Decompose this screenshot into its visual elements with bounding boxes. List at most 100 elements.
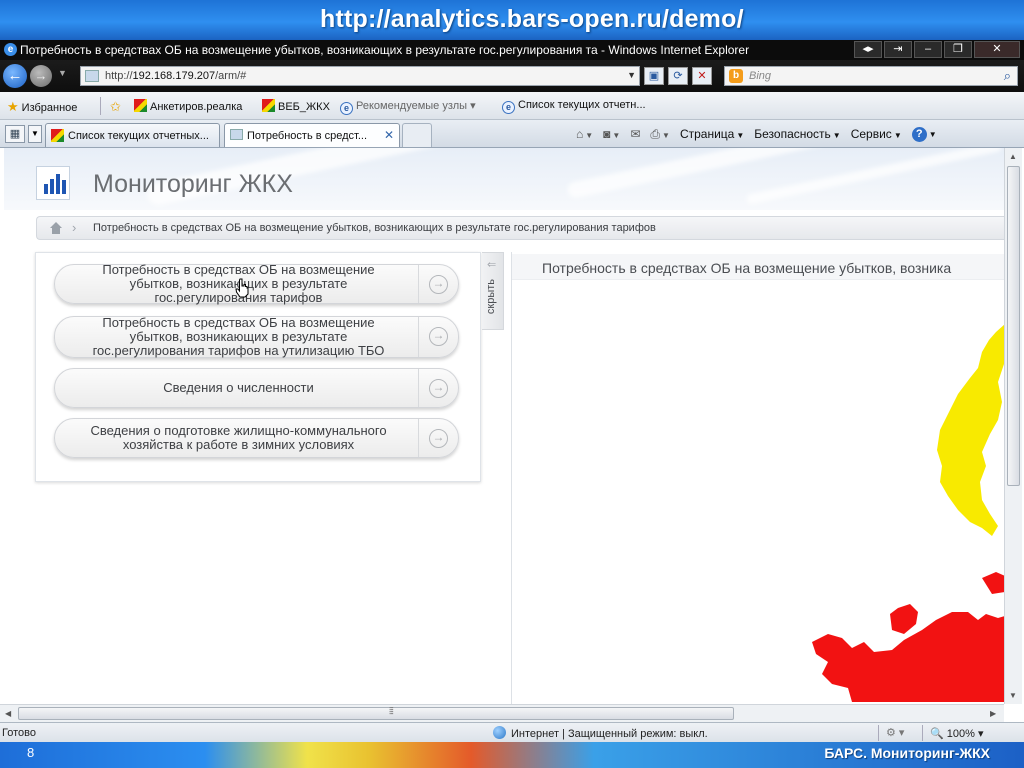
search-icon[interactable]: ⌕ bbox=[1004, 68, 1011, 84]
chevron-right-icon: › bbox=[72, 220, 77, 235]
tab-list-dropdown-icon[interactable]: ▼ bbox=[28, 125, 42, 143]
history-dropdown-icon[interactable]: ▼ bbox=[58, 68, 67, 78]
report-item[interactable]: Потребность в средствах ОБ на возмещение… bbox=[54, 316, 459, 358]
search-placeholder: Bing bbox=[749, 70, 772, 82]
favorites-bar: ★ Избранное ✩ Анкетиров.реалка ВЕБ_ЖКХ eР… bbox=[0, 92, 1024, 120]
scroll-left-icon[interactable]: ◀ bbox=[5, 709, 11, 718]
window-titlebar: e Потребность в средствах ОБ на возмещен… bbox=[0, 40, 1024, 60]
window-controls: ◂▸ ⇥ – ❐ ✕ bbox=[854, 41, 1020, 58]
new-tab-button[interactable] bbox=[402, 123, 432, 147]
tab-report-list[interactable]: Список текущих отчетных... bbox=[45, 123, 220, 147]
favorites-star-icon: ★ bbox=[7, 99, 19, 114]
scroll-grip-icon: ⦙⦙⦙ bbox=[389, 706, 394, 717]
horizontal-scroll-thumb[interactable]: ⦙⦙⦙ bbox=[18, 706, 734, 720]
arrow-right-circle-icon[interactable]: → bbox=[429, 327, 448, 346]
arrow-right-circle-icon[interactable]: → bbox=[429, 429, 448, 448]
minimize-button[interactable]: – bbox=[914, 41, 942, 58]
slide-footer: 8 БАРС. Мониторинг-ЖКХ bbox=[0, 742, 1024, 768]
page-menu[interactable]: Страница ▼ bbox=[680, 127, 744, 141]
tools-menu[interactable]: Сервис ▼ bbox=[851, 127, 902, 141]
report-label: Сведения о подготовке жилищно-коммунальн… bbox=[90, 423, 387, 452]
home-icon[interactable] bbox=[50, 222, 62, 234]
bing-icon: b bbox=[729, 69, 743, 83]
compatibility-view-icon[interactable]: ▣ bbox=[644, 67, 664, 85]
tab-current-report[interactable]: Потребность в средст... ✕ bbox=[224, 123, 400, 147]
report-arrow-zone: → bbox=[418, 265, 458, 303]
map-region-yellow bbox=[937, 324, 1004, 536]
app-header: Мониторинг ЖКХ bbox=[4, 148, 1004, 210]
header-decoration bbox=[745, 148, 1003, 205]
favorite-link[interactable]: e Рекомендуемые узлы ▾ bbox=[340, 99, 476, 115]
page-icon bbox=[230, 129, 243, 140]
address-dropdown-icon[interactable]: ▼ bbox=[627, 70, 636, 80]
vertical-scrollbar[interactable]: ▲ ▼ bbox=[1004, 148, 1022, 704]
favorite-link[interactable]: e Список текущих отчетн... bbox=[502, 99, 646, 114]
scroll-down-icon[interactable]: ▼ bbox=[1009, 691, 1017, 700]
close-tab-icon[interactable]: ✕ bbox=[384, 128, 394, 142]
page-favicon-icon bbox=[85, 70, 99, 82]
hand-cursor-icon bbox=[235, 278, 249, 298]
report-item[interactable]: Потребность в средствах ОБ на возмещение… bbox=[54, 263, 459, 305]
slide-url: http://analytics.bars-open.ru/demo/ bbox=[320, 5, 744, 33]
app-title: Мониторинг ЖКХ bbox=[93, 170, 293, 198]
search-input[interactable]: b Bing ⌕ bbox=[724, 66, 1018, 86]
slide-brand: БАРС. Мониторинг-ЖКХ bbox=[824, 745, 990, 761]
report-arrow-zone: → bbox=[418, 317, 458, 357]
horizontal-scrollbar[interactable]: ◀ ⦙⦙⦙ ▶ bbox=[0, 704, 1004, 722]
arrow-right-circle-icon[interactable]: → bbox=[429, 275, 448, 294]
map-panel-title: Потребность в средствах ОБ на возмещение… bbox=[542, 260, 952, 276]
refresh-icon[interactable]: ⟳ bbox=[668, 67, 688, 85]
status-divider bbox=[878, 725, 879, 741]
status-bar: Готово Интернет | Защищенный режим: выкл… bbox=[0, 722, 1024, 742]
breadcrumb: › Потребность в средствах ОБ на возмещен… bbox=[36, 216, 1004, 240]
breadcrumb-current: Потребность в средствах ОБ на возмещение… bbox=[93, 222, 656, 234]
security-menu[interactable]: Безопасность ▼ bbox=[754, 127, 840, 141]
status-text: Готово bbox=[2, 727, 36, 739]
add-favorite-icon[interactable]: ✩ bbox=[110, 99, 124, 115]
zoom-control[interactable]: 🔍 100% ▾ bbox=[930, 727, 983, 740]
report-item[interactable]: Сведения о численности → bbox=[54, 368, 459, 408]
ie-page-icon: e bbox=[340, 102, 353, 115]
restore-tabs-icon[interactable]: ◂▸ bbox=[854, 41, 882, 58]
back-button[interactable]: ← bbox=[3, 64, 27, 88]
map-region-red bbox=[890, 604, 918, 634]
slide-number: 8 bbox=[27, 745, 35, 760]
favorites-divider bbox=[100, 97, 101, 115]
arrow-right-circle-icon[interactable]: → bbox=[429, 379, 448, 398]
quick-tabs-icon[interactable]: ▦ bbox=[5, 125, 25, 143]
close-window-button[interactable]: ✕ bbox=[974, 41, 1020, 58]
mail-icon[interactable]: ✉ bbox=[630, 127, 640, 141]
favorites-button[interactable]: ★ Избранное bbox=[7, 99, 77, 115]
slide-header-banner: http://analytics.bars-open.ru/demo/ bbox=[0, 0, 1024, 40]
map-panel: Потребность в средствах ОБ на возмещение… bbox=[511, 252, 1004, 704]
tab-bar: ▦ ▼ Список текущих отчетных... Потребнос… bbox=[0, 120, 1024, 148]
maximize-button[interactable]: ❐ bbox=[944, 41, 972, 58]
report-list-panel: Потребность в средствах ОБ на возмещение… bbox=[35, 252, 481, 482]
ie-page-icon: e bbox=[502, 101, 515, 114]
security-zone[interactable]: Интернет | Защищенный режим: выкл. bbox=[493, 726, 708, 740]
flag-icon bbox=[262, 99, 275, 112]
scroll-right-icon[interactable]: ▶ bbox=[990, 709, 996, 718]
tab-label: Список текущих отчетных... bbox=[68, 130, 209, 142]
exit-icon[interactable]: ⇥ bbox=[884, 41, 912, 58]
vertical-scroll-thumb[interactable] bbox=[1007, 166, 1020, 486]
favorite-link[interactable]: Анкетиров.реалка bbox=[134, 99, 242, 113]
hide-panel-button[interactable]: ⇐ скрыть bbox=[482, 252, 504, 330]
command-bar: ⌂ ▼ ◙ ▼ ✉ ⎙ ▼ Страница ▼ Безопасность ▼ Серви… bbox=[576, 126, 937, 142]
globe-icon bbox=[493, 726, 506, 739]
report-item[interactable]: Сведения о подготовке жилищно-коммунальн… bbox=[54, 418, 459, 458]
protected-mode-icon[interactable]: ⚙ ▾ bbox=[886, 726, 904, 739]
home-icon[interactable]: ⌂ ▼ bbox=[576, 127, 593, 141]
flag-icon bbox=[51, 129, 64, 142]
favorite-link[interactable]: ВЕБ_ЖКХ bbox=[262, 99, 330, 113]
feeds-icon[interactable]: ◙ ▼ bbox=[603, 127, 620, 141]
stop-icon[interactable]: ✕ bbox=[692, 67, 712, 85]
scroll-up-icon[interactable]: ▲ bbox=[1009, 152, 1017, 161]
address-value: http://192.168.179.207/arm/# bbox=[105, 70, 247, 82]
region-map[interactable] bbox=[512, 282, 1004, 702]
print-icon[interactable]: ⎙ ▼ bbox=[650, 127, 670, 142]
address-input[interactable]: http://192.168.179.207/arm/# ▼ bbox=[80, 66, 640, 86]
help-menu[interactable]: ? ▼ bbox=[911, 126, 937, 142]
forward-button[interactable]: → bbox=[30, 65, 52, 87]
page-viewport: Мониторинг ЖКХ › Потребность в средствах… bbox=[4, 148, 1004, 704]
